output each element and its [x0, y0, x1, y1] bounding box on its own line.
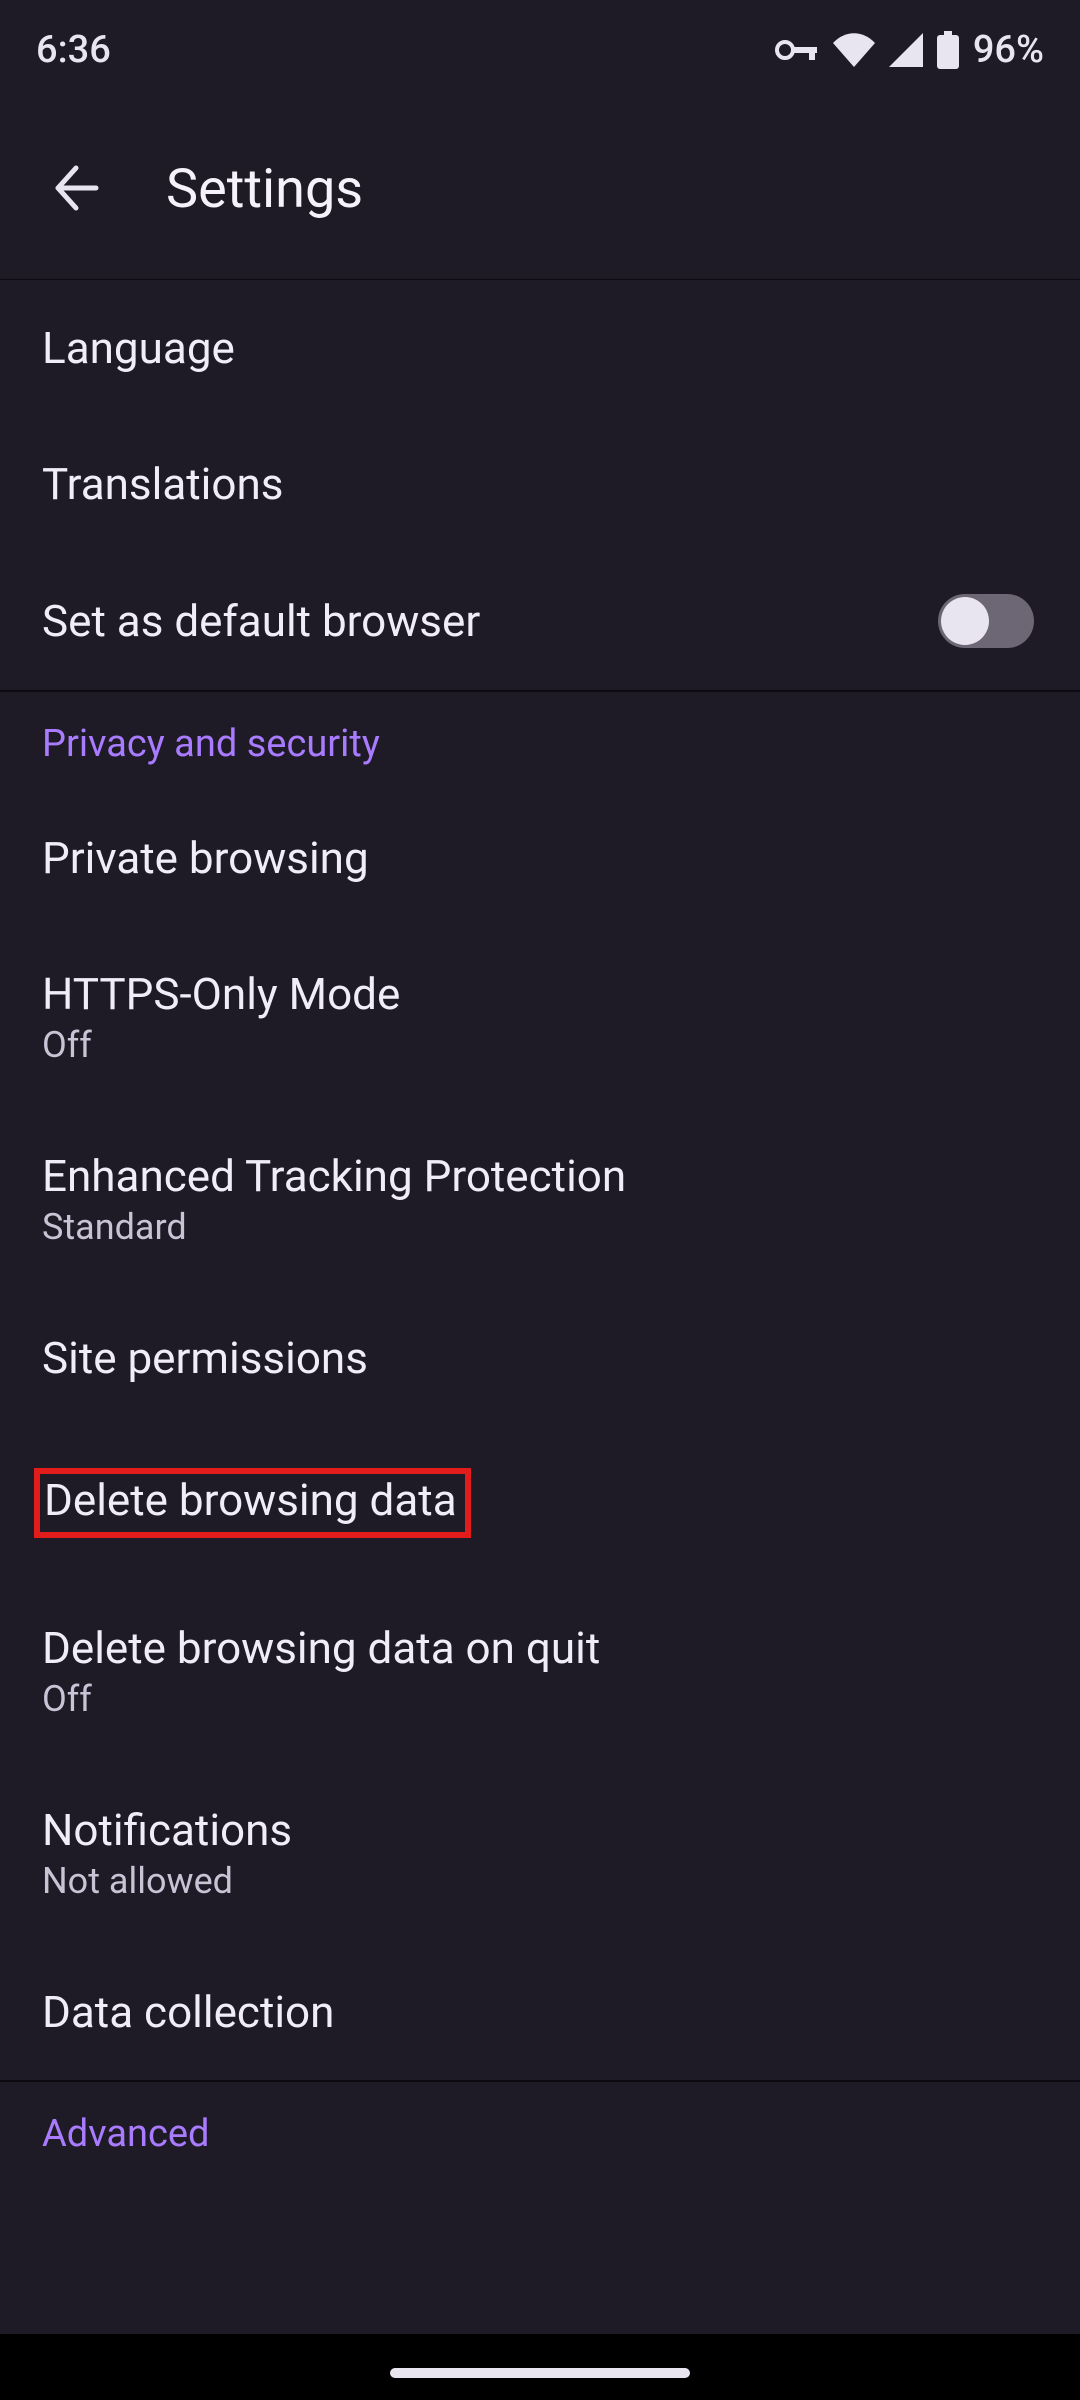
row-delete-on-quit[interactable]: Delete browsing data on quit Off: [0, 1580, 1080, 1762]
status-time: 6:36: [36, 28, 111, 72]
cell-signal-icon: [889, 33, 923, 67]
row-language[interactable]: Language: [0, 280, 1080, 416]
section-advanced: Advanced: [0, 2082, 1080, 2180]
row-sublabel: Standard: [42, 1206, 626, 1248]
row-translations[interactable]: Translations: [0, 416, 1080, 552]
row-label: Notifications: [42, 1804, 292, 1856]
battery-percent: 96%: [973, 28, 1044, 72]
section-privacy: Privacy and security: [0, 692, 1080, 790]
default-browser-toggle[interactable]: [938, 594, 1034, 648]
status-bar: 6:36 96%: [0, 0, 1080, 100]
row-label: Delete browsing data: [44, 1474, 457, 1526]
arrow-left-icon: [50, 162, 102, 217]
row-data-collection[interactable]: Data collection: [0, 1944, 1080, 2080]
row-sublabel: Off: [42, 1024, 400, 1066]
status-icons: 96%: [775, 28, 1044, 72]
row-site-permissions[interactable]: Site permissions: [0, 1290, 1080, 1426]
row-label: Translations: [42, 458, 283, 510]
wifi-icon: [833, 33, 875, 67]
highlight-box: Delete browsing data: [34, 1468, 471, 1538]
row-label: HTTPS-Only Mode: [42, 968, 400, 1020]
row-label: Site permissions: [42, 1332, 368, 1384]
app-bar: Settings: [0, 100, 1080, 280]
page-title: Settings: [166, 158, 363, 221]
row-label: Data collection: [42, 1986, 334, 2038]
row-default-browser[interactable]: Set as default browser: [0, 552, 1080, 690]
row-label: Enhanced Tracking Protection: [42, 1150, 626, 1202]
toggle-knob: [941, 597, 989, 645]
settings-list: Language Translations Set as default bro…: [0, 280, 1080, 2204]
row-sublabel: Off: [42, 1678, 600, 1720]
gesture-bar[interactable]: [390, 2368, 690, 2378]
row-https-only[interactable]: HTTPS-Only Mode Off: [0, 926, 1080, 1108]
row-label: Set as default browser: [42, 595, 480, 647]
row-private-browsing[interactable]: Private browsing: [0, 790, 1080, 926]
row-delete-browsing-data[interactable]: Delete browsing data: [0, 1426, 1080, 1580]
row-label: Language: [42, 322, 235, 374]
row-sublabel: Not allowed: [42, 1860, 292, 1902]
back-button[interactable]: [28, 142, 124, 238]
nav-bar-bg: [0, 2334, 1080, 2400]
row-label: Delete browsing data on quit: [42, 1622, 600, 1674]
row-etp[interactable]: Enhanced Tracking Protection Standard: [0, 1108, 1080, 1290]
row-notifications[interactable]: Notifications Not allowed: [0, 1762, 1080, 1944]
row-label: Private browsing: [42, 832, 369, 884]
vpn-key-icon: [775, 38, 819, 62]
battery-icon: [937, 31, 959, 69]
